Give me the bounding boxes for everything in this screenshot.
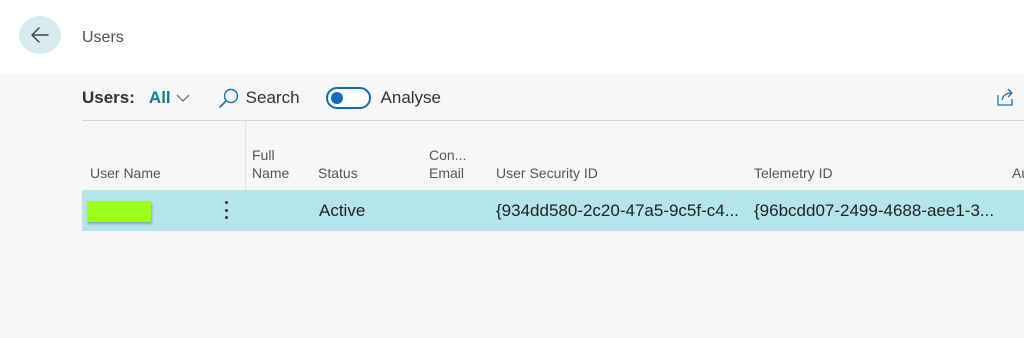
more-vertical-icon-dot: [224, 208, 228, 212]
more-vertical-icon-dot: [224, 216, 228, 219]
column-header-label: User Security ID: [496, 165, 598, 181]
search-button[interactable]: Search: [218, 87, 300, 109]
table-row[interactable]: Active {934dd580-2c20-47a5-9c5f-c4... {9…: [82, 190, 1024, 231]
more-vertical-icon: [224, 201, 228, 204]
column-header-label: Telemetry ID: [754, 165, 833, 181]
column-header-label: Au: [1012, 165, 1024, 181]
column-header-label: User Name: [90, 165, 161, 181]
analyse-control: Analyse: [325, 87, 442, 109]
back-button[interactable]: [19, 16, 61, 54]
toggle-knob: [330, 92, 343, 104]
search-icon: [218, 88, 238, 108]
analyse-toggle[interactable]: [325, 87, 371, 109]
table-header: User Name Full Name Status Con... Email …: [82, 142, 1024, 182]
column-header-telemetry-id[interactable]: Telemetry ID: [754, 164, 833, 182]
column-header-user-security-id[interactable]: User Security ID: [496, 164, 598, 182]
column-header-label: Status: [318, 165, 358, 181]
chevron-down-icon: [176, 94, 190, 102]
status-cell: Active: [319, 201, 366, 220]
telemetry-id-cell: {96bcdd07-2499-4688-aee1-3...: [754, 201, 995, 220]
column-header-contact-email[interactable]: Con... Email: [429, 146, 466, 182]
column-header-label: Full: [252, 147, 275, 163]
action-bar: Users: All Search Analyse: [82, 84, 1024, 112]
user-name-cell-redacted[interactable]: [87, 201, 151, 222]
page-header: Users: [0, 0, 1024, 74]
row-actions-button[interactable]: [220, 198, 232, 222]
divider: [82, 120, 1024, 121]
analyse-label: Analyse: [380, 88, 442, 107]
view-selector-value: All: [148, 88, 171, 107]
column-header-user-name[interactable]: User Name: [90, 164, 161, 182]
column-header-label: Name: [252, 165, 290, 181]
share-button[interactable]: [995, 86, 1017, 108]
column-header-label: Email: [429, 165, 465, 181]
page-title: Users: [82, 29, 124, 46]
column-header-status[interactable]: Status: [318, 164, 358, 182]
user-security-id-cell: {934dd580-2c20-47a5-9c5f-c4...: [496, 201, 739, 220]
search-label: Search: [245, 88, 300, 107]
share-icon: [997, 88, 1013, 106]
column-header-label: Con...: [429, 147, 467, 163]
view-label: Users:: [82, 88, 135, 107]
column-header-truncated[interactable]: Au: [1012, 164, 1024, 182]
arrow-left-icon: [31, 27, 49, 43]
view-selector[interactable]: All: [149, 88, 190, 108]
column-header-full-name[interactable]: Full Name: [252, 146, 289, 182]
